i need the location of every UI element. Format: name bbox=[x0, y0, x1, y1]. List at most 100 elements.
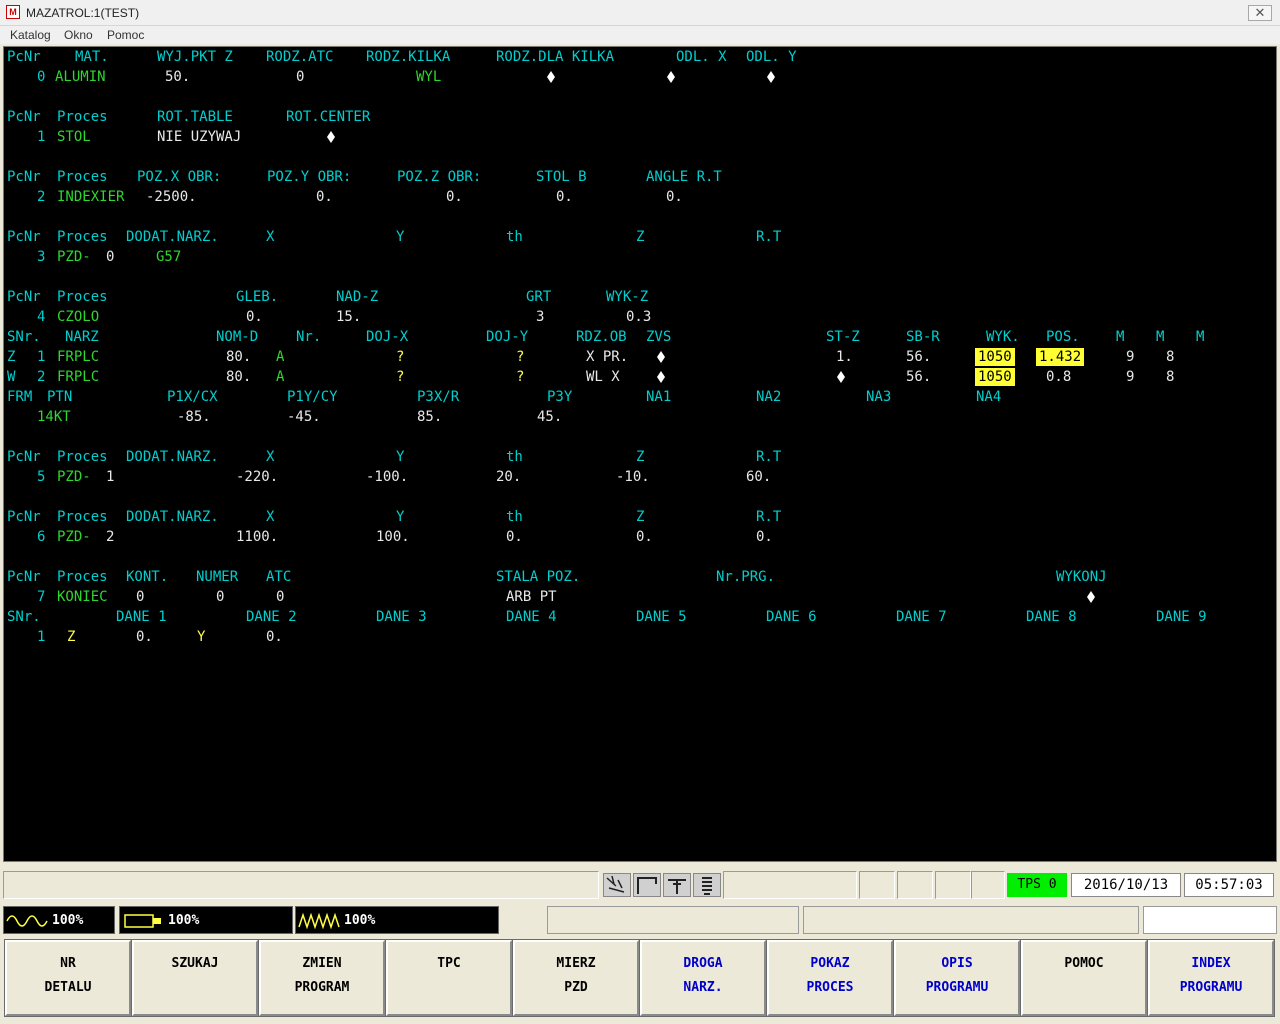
fkey-pomoc[interactable]: POMOC bbox=[1020, 939, 1148, 1017]
val-proces: CZOLO bbox=[57, 309, 100, 325]
app-icon: M bbox=[6, 5, 20, 19]
hdr-wyk-z: WYK-Z bbox=[606, 289, 649, 305]
data-row-pzd-3[interactable]: 3 PZD- 0 G57 bbox=[4, 247, 1276, 267]
data-row-pzd-5[interactable]: 5 PZD- 1 -220. -100. 20. -10. 60. bbox=[4, 467, 1276, 487]
val-snr: 1 bbox=[37, 349, 46, 365]
val-kont: 0 bbox=[136, 589, 145, 605]
val-dodat-narz: 1 bbox=[106, 469, 115, 485]
menu-okno[interactable]: Okno bbox=[64, 28, 93, 42]
hdr-frm: FRM bbox=[7, 389, 33, 405]
hdr-th: th bbox=[506, 509, 523, 525]
data-row-stol[interactable]: 1 STOL NIE UZYWAJ bbox=[4, 127, 1276, 147]
tool-holder-icon bbox=[663, 873, 691, 897]
hdr-dane-1: DANE 1 bbox=[116, 609, 167, 625]
val-z: 0. bbox=[636, 529, 653, 545]
val-rt: 0. bbox=[756, 529, 773, 545]
hdr-pcnr: PcNr bbox=[7, 229, 41, 245]
val-pcnr: 4 bbox=[37, 309, 46, 325]
val-proces: PZD- bbox=[57, 529, 91, 545]
fkey-opis-programu[interactable]: OPIS PROGRAMU bbox=[893, 939, 1021, 1017]
val-nad-z: 15. bbox=[336, 309, 362, 325]
hdr-poz-x-obr: POZ.X OBR: bbox=[137, 169, 222, 185]
val-proces: PZD- bbox=[57, 469, 91, 485]
fkey-pokaz-proces[interactable]: POKAZ PROCES bbox=[766, 939, 894, 1017]
val-proces: KONIEC bbox=[57, 589, 108, 605]
load-value: 100% bbox=[344, 913, 376, 928]
hdr-z: Z bbox=[636, 229, 645, 245]
val-wyk-highlight[interactable]: 1050 bbox=[975, 368, 1015, 386]
val-pos-highlight[interactable]: 1.432 bbox=[1036, 348, 1085, 366]
data-row-dane[interactable]: 1 Z 0. Y 0. bbox=[4, 627, 1276, 647]
hdr-wyk: WYK. bbox=[986, 329, 1020, 345]
hdr-na4: NA4 bbox=[976, 389, 1002, 405]
val-narz: FRPLC bbox=[57, 369, 100, 385]
val-nom-d: 80. bbox=[226, 369, 252, 385]
val-sb-r: 56. bbox=[906, 349, 932, 365]
input-field[interactable] bbox=[1143, 906, 1277, 934]
hdr-kont: KONT. bbox=[126, 569, 169, 585]
header-row-pzd-5: PcNr Proces DODAT.NARZ. X Y th Z R.T bbox=[4, 447, 1276, 467]
hdr-m3: M bbox=[1196, 329, 1205, 345]
tool-break-icon bbox=[603, 873, 631, 897]
val-doj-x: ? bbox=[396, 369, 405, 385]
fkey-szukaj[interactable]: SZUKAJ bbox=[131, 939, 259, 1017]
hdr-y: Y bbox=[396, 509, 405, 525]
tps-indicator: TPS 0 bbox=[1007, 873, 1067, 897]
menu-katalog[interactable]: Katalog bbox=[10, 28, 51, 42]
val-p3y: 45. bbox=[537, 409, 563, 425]
fkey-zmien-program[interactable]: ZMIEN PROGRAM bbox=[258, 939, 386, 1017]
hdr-gleb: GLEB. bbox=[236, 289, 279, 305]
data-row-indexier[interactable]: 2 INDEXIER -2500. 0. 0. 0. 0. bbox=[4, 187, 1276, 207]
val-nr: A bbox=[276, 369, 285, 385]
hdr-proces: Proces bbox=[57, 109, 108, 125]
fkey-mierz-pzd[interactable]: MIERZ PZD bbox=[512, 939, 640, 1017]
hdr-pcnr: PcNr bbox=[7, 289, 41, 305]
val-poz-z: 0. bbox=[446, 189, 463, 205]
hdr-ptn: PTN bbox=[47, 389, 73, 405]
data-row-material[interactable]: 0 ALUMIN 50. 0 WYL bbox=[4, 67, 1276, 87]
hdr-atc: ATC bbox=[266, 569, 292, 585]
header-row-shape: FRM PTN P1X/CX P1Y/CY P3X/R P3Y NA1 NA2 … bbox=[4, 387, 1276, 407]
val-y: 100. bbox=[376, 529, 410, 545]
fkey-label: INDEX bbox=[1191, 956, 1231, 971]
header-row-pzd-6: PcNr Proces DODAT.NARZ. X Y th Z R.T bbox=[4, 507, 1276, 527]
hdr-snr: SNr. bbox=[7, 609, 41, 625]
data-row-shape[interactable]: 14KT -85. -45. 85. 45. bbox=[4, 407, 1276, 427]
val-dane-2: 0. bbox=[266, 629, 283, 645]
val-rot-table: NIE UZYWAJ bbox=[157, 129, 242, 145]
val-x: -220. bbox=[236, 469, 279, 485]
val-wyk-highlight[interactable]: 1050 bbox=[975, 348, 1015, 366]
fkey-index-programu[interactable]: INDEX PROGRAMU bbox=[1147, 939, 1275, 1017]
val-rodz-kilka: WYL bbox=[416, 69, 442, 85]
hdr-th: th bbox=[506, 449, 523, 465]
tool-seq-row-2[interactable]: W 2 FRPLC 80. A ? ? WL X 56. 1050 0.8 9 … bbox=[4, 367, 1276, 387]
diamond-icon bbox=[667, 71, 675, 83]
hdr-nad-z: NAD-Z bbox=[336, 289, 379, 305]
hdr-proces: Proces bbox=[57, 569, 108, 585]
tool-seq-row-1[interactable]: Z 1 FRPLC 80. A ? ? X PR. 1. 56. 1050 1.… bbox=[4, 347, 1276, 367]
header-row-koniec: PcNr Proces KONT. NUMER ATC STALA POZ. N… bbox=[4, 567, 1276, 587]
spindle-icon bbox=[633, 873, 661, 897]
data-row-koniec[interactable]: 7 KONIEC 0 0 0 ARB PT bbox=[4, 587, 1276, 607]
header-row-stol: PcNr Proces ROT.TABLE ROT.CENTER bbox=[4, 107, 1276, 127]
hdr-nr: Nr. bbox=[296, 329, 322, 345]
data-row-pzd-6[interactable]: 6 PZD- 2 1100. 100. 0. 0. 0. bbox=[4, 527, 1276, 547]
hdr-na2: NA2 bbox=[756, 389, 782, 405]
hdr-pcnr: PcNr bbox=[7, 449, 41, 465]
fkey-nr-detalu[interactable]: NR DETALU bbox=[4, 939, 132, 1017]
program-screen[interactable]: PcNr MAT. WYJ.PKT Z RODZ.ATC RODZ.KILKA … bbox=[3, 46, 1277, 862]
hdr-dane-5: DANE 5 bbox=[636, 609, 687, 625]
fkey-droga-narz[interactable]: DROGA NARZ. bbox=[639, 939, 767, 1017]
spindle-load-icon bbox=[124, 914, 161, 928]
coolant-icon bbox=[693, 873, 721, 897]
fkey-tpc[interactable]: TPC bbox=[385, 939, 513, 1017]
val-m2: 8 bbox=[1166, 349, 1175, 365]
val-angle-rt: 0. bbox=[666, 189, 683, 205]
diamond-icon bbox=[547, 71, 555, 83]
data-row-czolo[interactable]: 4 CZOLO 0. 15. 3 0.3 bbox=[4, 307, 1276, 327]
menu-pomoc[interactable]: Pomoc bbox=[107, 28, 144, 42]
hdr-na3: NA3 bbox=[866, 389, 892, 405]
val-mat: ALUMIN bbox=[55, 69, 106, 85]
close-button[interactable]: ✕ bbox=[1248, 5, 1272, 21]
hdr-wyj-pkt-z: WYJ.PKT Z bbox=[157, 49, 233, 65]
